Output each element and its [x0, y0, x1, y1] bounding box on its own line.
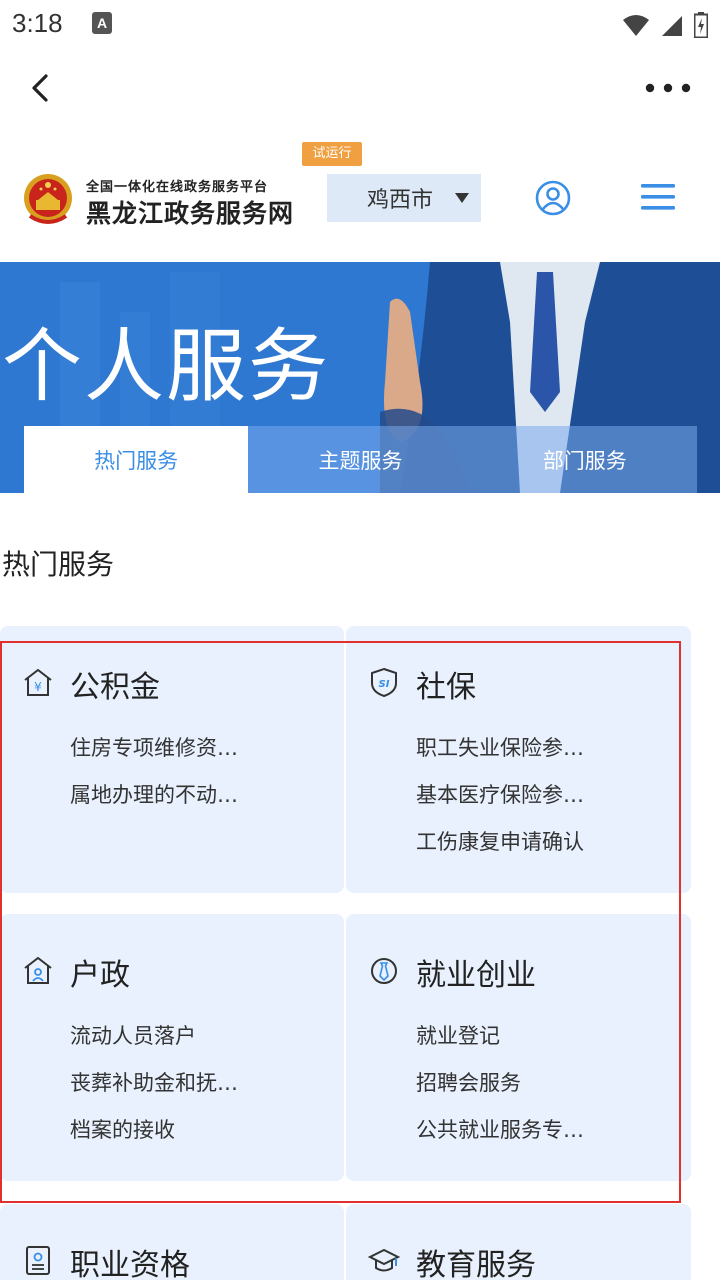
card-title[interactable]: 社保 — [416, 662, 476, 706]
card-zhiye: 职业资格 — [0, 1204, 344, 1280]
svg-text:SI: SI — [379, 679, 390, 690]
notification-icon: A — [92, 12, 112, 34]
section-title: 热门服务 — [2, 548, 115, 581]
list-item[interactable]: 就业登记 — [416, 1022, 584, 1069]
city-select[interactable]: 鸡西市 — [327, 174, 481, 222]
service-tabs: 热门服务 主题服务 部门服务 — [24, 426, 697, 493]
site-subtitle: 全国一体化在线政务服务平台 — [86, 180, 269, 195]
city-label: 鸡西市 — [367, 188, 434, 213]
list-item[interactable]: 职工失业保险参… — [416, 734, 584, 781]
shield-si-icon: SI — [371, 667, 397, 698]
card-title[interactable]: 户政 — [70, 950, 130, 994]
list-item[interactable]: 公共就业服务专… — [416, 1116, 584, 1163]
list-item[interactable]: 档案的接收 — [70, 1116, 238, 1163]
hamburger-menu-icon — [641, 184, 675, 210]
graduation-cap-icon — [368, 1248, 400, 1272]
list-item[interactable]: 属地办理的不动… — [70, 781, 238, 828]
back-button[interactable] — [22, 68, 62, 108]
chevron-left-icon — [32, 74, 48, 102]
card-title[interactable]: 公积金 — [70, 662, 160, 706]
nav-bar — [0, 50, 720, 130]
card-item-list: 职工失业保险参… 基本医疗保险参… 工伤康复申请确认 — [416, 734, 584, 875]
list-item[interactable]: 招聘会服务 — [416, 1069, 584, 1116]
list-item[interactable]: 流动人员落户 — [70, 1022, 238, 1069]
site-header: 全国一体化在线政务服务平台 黑龙江政务服务网 试运行 鸡西市 — [0, 140, 720, 260]
card-item-list: 住房专项维修资… 属地办理的不动… — [70, 734, 238, 828]
battery-icon — [694, 12, 708, 38]
trial-badge: 试运行 — [302, 142, 362, 166]
status-time: 3:18 — [12, 8, 63, 38]
card-title[interactable]: 教育服务 — [416, 1240, 536, 1280]
certificate-icon — [26, 1246, 50, 1275]
card-gongjijin: ¥ 公积金 住房专项维修资… 属地办理的不动… — [0, 626, 344, 893]
ellipsis-icon — [645, 83, 691, 93]
tab-department-services[interactable]: 部门服务 — [472, 426, 697, 493]
list-item[interactable]: 住房专项维修资… — [70, 734, 238, 781]
page: 3:18 A 全国一体化在线政务服务平台 黑龙江政务服务网 试运行 鸡西市 个人… — [0, 0, 720, 1280]
card-huzheng: 户政 流动人员落户 丧葬补助金和抚… 档案的接收 — [0, 914, 344, 1181]
national-emblem-icon — [24, 174, 72, 224]
user-button[interactable] — [535, 180, 571, 216]
tab-theme-services[interactable]: 主题服务 — [248, 426, 473, 493]
svg-text:¥: ¥ — [34, 680, 42, 694]
card-title[interactable]: 就业创业 — [416, 950, 536, 994]
banner-title: 个人服务 — [2, 320, 330, 413]
caret-down-icon — [455, 193, 469, 203]
house-yen-icon: ¥ — [24, 668, 52, 696]
user-circle-icon — [535, 180, 571, 216]
list-item[interactable]: 工伤康复申请确认 — [416, 828, 584, 875]
card-item-list: 流动人员落户 丧葬补助金和抚… 档案的接收 — [70, 1022, 238, 1163]
status-bar: 3:18 A — [0, 0, 720, 50]
banner: 个人服务 热门服务 主题服务 部门服务 — [0, 262, 720, 493]
more-button[interactable] — [638, 68, 698, 108]
status-icons — [622, 10, 708, 38]
wifi-icon — [623, 15, 649, 36]
signal-icon — [662, 16, 682, 36]
tab-hot-services[interactable]: 热门服务 — [24, 426, 249, 493]
card-title[interactable]: 职业资格 — [70, 1240, 190, 1280]
house-person-icon — [24, 956, 52, 984]
card-jiaoyu: 教育服务 — [346, 1204, 691, 1280]
menu-button[interactable] — [640, 182, 676, 212]
list-item[interactable]: 基本医疗保险参… — [416, 781, 584, 828]
card-jiuye: 就业创业 就业登记 招聘会服务 公共就业服务专… — [346, 914, 691, 1181]
site-title: 黑龙江政务服务网 — [86, 199, 295, 228]
tie-circle-icon — [371, 958, 397, 984]
card-shebao: SI 社保 职工失业保险参… 基本医疗保险参… 工伤康复申请确认 — [346, 626, 691, 893]
card-item-list: 就业登记 招聘会服务 公共就业服务专… — [416, 1022, 584, 1163]
list-item[interactable]: 丧葬补助金和抚… — [70, 1069, 238, 1116]
